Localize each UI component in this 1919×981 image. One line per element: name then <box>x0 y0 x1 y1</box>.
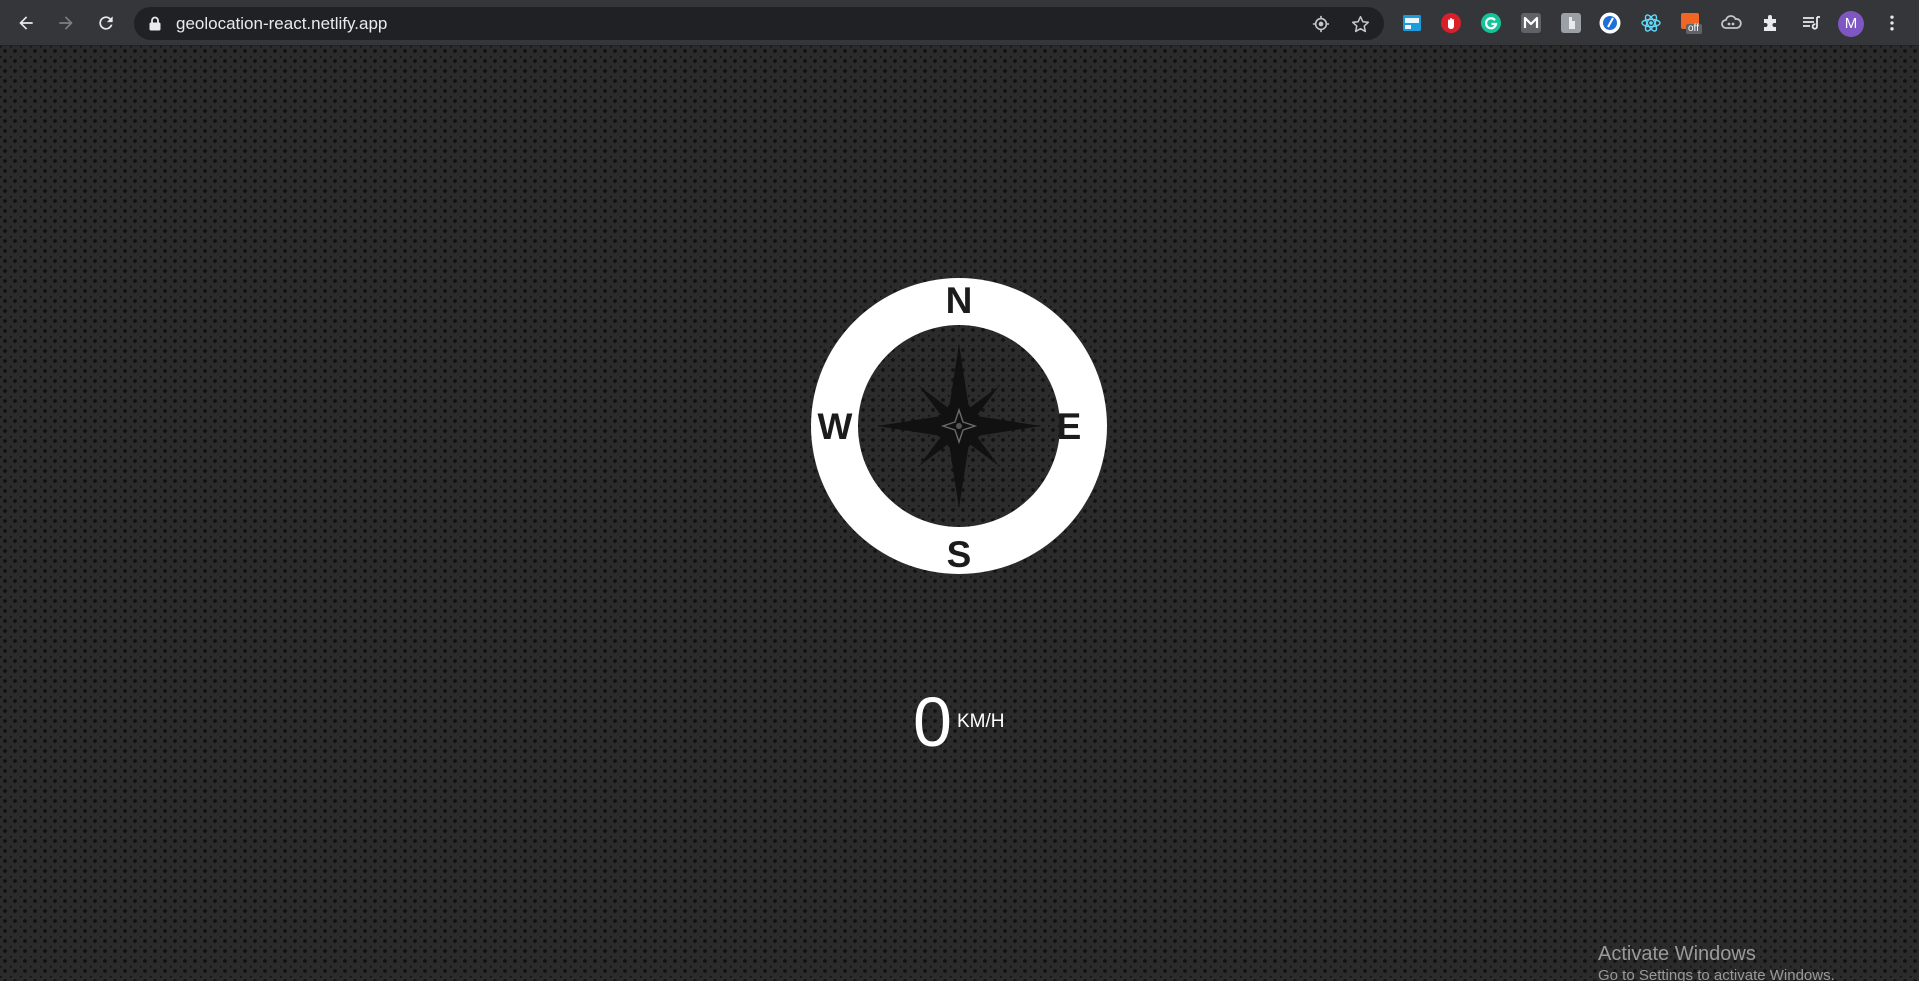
address-bar[interactable]: geolocation-react.netlify.app <box>134 7 1384 40</box>
forward-button[interactable] <box>54 11 78 35</box>
reload-button[interactable] <box>94 11 118 35</box>
profile-avatar[interactable]: M <box>1838 11 1864 37</box>
compass-north-label: N <box>945 280 973 321</box>
browser-menu-button[interactable] <box>1880 11 1904 35</box>
lock-icon <box>149 16 161 31</box>
ext-blue-window-icon[interactable] <box>1401 12 1423 34</box>
ext-grey-page-icon[interactable] <box>1560 12 1582 34</box>
ext-m-icon[interactable] <box>1520 12 1542 34</box>
compass: N E S W <box>811 278 1107 574</box>
puzzle-icon[interactable] <box>1760 12 1782 34</box>
url-text: geolocation-react.netlify.app <box>176 14 388 33</box>
compass-west-label: W <box>817 406 853 447</box>
speed-display: 0 KM/H <box>913 682 1005 762</box>
watermark-subtitle: Go to Settings to activate Windows. <box>1598 967 1835 981</box>
speed-value: 0 <box>913 683 952 761</box>
grammarly-icon[interactable] <box>1480 12 1502 34</box>
page-content: N E S W 0 KM/H Activate Windows Go to Se… <box>0 46 1919 981</box>
ext-red-hand-icon[interactable] <box>1440 12 1462 34</box>
windows-activation-watermark: Activate Windows Go to Settings to activ… <box>1598 942 1835 981</box>
ext-off-badge-text: off <box>1688 23 1699 34</box>
location-indicator-button[interactable] <box>1311 14 1331 34</box>
reload-icon <box>99 16 113 30</box>
back-arrow-icon <box>19 16 33 30</box>
speed-unit: KM/H <box>957 711 1005 732</box>
ext-off-badge-icon[interactable]: off <box>1680 12 1702 34</box>
watermark-title: Activate Windows <box>1598 943 1756 965</box>
compass-east-label: E <box>1056 406 1082 447</box>
browser-toolbar: geolocation-react.netlify.app off M <box>0 0 1919 46</box>
react-devtools-icon[interactable] <box>1640 12 1662 34</box>
forward-arrow-icon <box>59 16 73 30</box>
bookmark-star-button[interactable] <box>1350 14 1370 34</box>
compass-south-label: S <box>946 534 972 575</box>
star-icon <box>1351 15 1369 32</box>
back-button[interactable] <box>14 11 38 35</box>
cloud-icon[interactable] <box>1720 12 1742 34</box>
more-vert-icon <box>1890 15 1894 31</box>
location-target-icon <box>1312 15 1330 33</box>
compass-rose-icon <box>877 344 1041 508</box>
ext-white-circle-icon[interactable] <box>1599 12 1621 34</box>
reading-list-icon[interactable] <box>1800 12 1822 34</box>
